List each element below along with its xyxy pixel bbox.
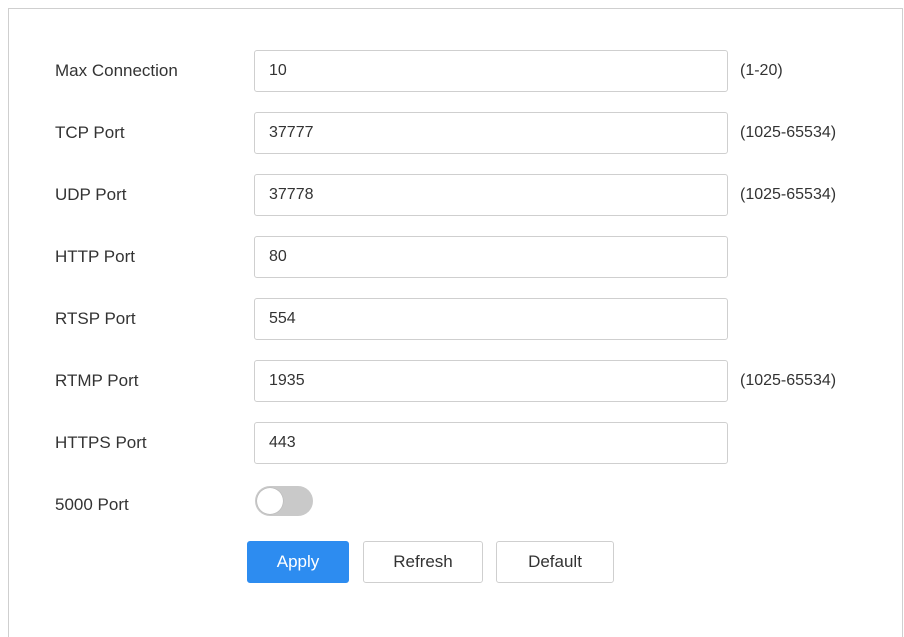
tcp-port-range-hint: (1025-65534) bbox=[740, 124, 837, 141]
port-settings-panel: Max Connection (1-20) TCP Port (1025-655… bbox=[8, 8, 903, 637]
udp-port-row: UDP Port (1025-65534) bbox=[9, 174, 904, 216]
rtsp-port-label: RTSP Port bbox=[55, 309, 136, 328]
https-port-input[interactable] bbox=[254, 422, 728, 464]
rtmp-port-input[interactable] bbox=[254, 360, 728, 402]
max-connection-label: Max Connection bbox=[55, 61, 178, 80]
tcp-port-row: TCP Port (1025-65534) bbox=[9, 112, 904, 154]
https-port-row: HTTPS Port bbox=[9, 422, 904, 464]
rtmp-port-label: RTMP Port bbox=[55, 371, 139, 390]
tcp-port-label: TCP Port bbox=[55, 123, 125, 142]
toggle-knob bbox=[257, 488, 283, 514]
udp-port-range-hint: (1025-65534) bbox=[740, 186, 837, 203]
http-port-input[interactable] bbox=[254, 236, 728, 278]
rtsp-port-input[interactable] bbox=[254, 298, 728, 340]
rtmp-port-range-hint: (1025-65534) bbox=[740, 372, 837, 389]
port-5000-toggle[interactable] bbox=[255, 486, 313, 516]
http-port-label: HTTP Port bbox=[55, 247, 135, 266]
port-5000-row: 5000 Port bbox=[9, 484, 904, 526]
udp-port-input[interactable] bbox=[254, 174, 728, 216]
apply-button[interactable]: Apply bbox=[247, 541, 349, 583]
tcp-port-input[interactable] bbox=[254, 112, 728, 154]
port-5000-label: 5000 Port bbox=[55, 495, 129, 514]
http-port-row: HTTP Port bbox=[9, 236, 904, 278]
https-port-label: HTTPS Port bbox=[55, 433, 147, 452]
max-connection-range-hint: (1-20) bbox=[740, 62, 783, 79]
refresh-button[interactable]: Refresh bbox=[363, 541, 483, 583]
max-connection-input[interactable] bbox=[254, 50, 728, 92]
default-button[interactable]: Default bbox=[496, 541, 614, 583]
max-connection-row: Max Connection (1-20) bbox=[9, 50, 904, 92]
udp-port-label: UDP Port bbox=[55, 185, 127, 204]
rtmp-port-row: RTMP Port (1025-65534) bbox=[9, 360, 904, 402]
rtsp-port-row: RTSP Port bbox=[9, 298, 904, 340]
